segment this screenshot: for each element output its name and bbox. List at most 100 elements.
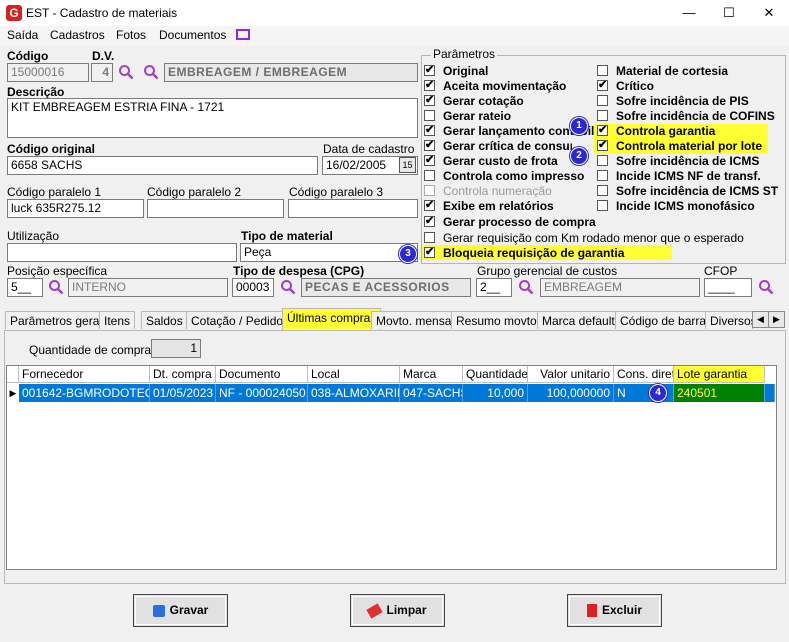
checkbox-controla-impresso[interactable] (424, 170, 435, 181)
col-lote-garantia[interactable]: Lote garantia (674, 366, 765, 383)
checkbox-exibe-relatorios[interactable] (424, 198, 435, 211)
cb-icms-st[interactable]: Sofre incidência de ICMS ST (597, 185, 781, 200)
tab-resumo-movto[interactable]: Resumo movto. (451, 311, 546, 329)
checkbox-gerar-rateio[interactable] (424, 110, 435, 121)
tab-movto-mensal[interactable]: Movto. mensal (371, 311, 460, 329)
cb-controla-impresso-label: Controla como impresso (443, 169, 585, 183)
save-icon (152, 604, 165, 617)
checkbox-requisicao-km[interactable] (424, 232, 435, 243)
search-group-icon[interactable] (143, 64, 159, 80)
checkbox-processo-compra[interactable] (424, 214, 435, 227)
codigo-paralelo-3-field[interactable] (288, 199, 418, 218)
search-grupo-gerencial-icon[interactable] (518, 279, 534, 295)
tab-parametros-gerais[interactable]: Parâmetros gerais (5, 311, 114, 329)
tab-diversos[interactable]: Diversos (705, 311, 753, 329)
checkbox-material-cortesia[interactable] (597, 65, 608, 76)
col-fornecedor[interactable]: Fornecedor (19, 366, 150, 383)
cell-quantidade[interactable]: 10,000 (463, 384, 528, 402)
col-valor-unitario[interactable]: Valor unitario (528, 366, 614, 383)
checkbox-icms-monofasico[interactable] (597, 200, 608, 211)
qtd-compras-label: Quantidade de compras (29, 343, 158, 357)
utilizacao-field[interactable] (7, 243, 237, 262)
checkbox-gerar-lancamento[interactable] (424, 125, 435, 136)
cfop-field[interactable]: ____ (704, 278, 752, 297)
cell-fornecedor[interactable]: 001642-BGMRODOTEC T (19, 384, 150, 402)
checkbox-pis[interactable] (597, 95, 608, 106)
col-dt-compra[interactable]: Dt. compra (150, 366, 216, 383)
excluir-button[interactable]: Excluir (567, 594, 662, 627)
menu-bar: Saída Cadastros Fotos Documentos (0, 26, 789, 46)
calendar-icon[interactable]: 15 (399, 157, 416, 173)
tab-itens[interactable]: Itens (99, 311, 136, 329)
codigo-paralelo-1-field[interactable]: luck 635R275.12 (7, 199, 144, 218)
checkbox-aceita-movimentacao[interactable] (424, 78, 435, 91)
cb-gerar-cotacao-label: Gerar cotação (443, 94, 524, 108)
cb-icms-monofasico-label: Incide ICMS monofásico (616, 199, 755, 213)
codigo-original-field[interactable]: 6658 SACHS (7, 156, 318, 175)
col-cons-direto[interactable]: Cons. direto (614, 366, 674, 383)
codigo-label: Código (7, 49, 49, 63)
close-button[interactable]: ✕ (749, 0, 789, 26)
tab-saldos[interactable]: Saldos (141, 311, 188, 329)
menu-fotos[interactable]: Fotos (116, 28, 146, 42)
grid-indicator-header (7, 366, 19, 383)
search-icon[interactable] (118, 64, 134, 80)
cb-exibe-relatorios-label: Exibe em relatórios (443, 199, 554, 213)
search-posicao-icon[interactable] (48, 279, 64, 295)
checkbox-critico[interactable] (597, 78, 608, 91)
limpar-button[interactable]: Limpar (350, 594, 445, 627)
col-quantidade[interactable]: Quantidade (463, 366, 528, 383)
tab-codigo-barras[interactable]: Código de barras (615, 311, 718, 329)
cell-lote-garantia[interactable]: 240501 (674, 384, 765, 402)
checkbox-gerar-custo-frota[interactable] (424, 153, 435, 166)
cell-valor-unitario[interactable]: 100,000000 (528, 384, 614, 402)
codigo-paralelo-2-field[interactable] (147, 199, 284, 218)
cell-documento[interactable]: NF - 0000240501 (216, 384, 308, 402)
search-cfop-icon[interactable] (758, 279, 774, 295)
tab-cotacao-pedido[interactable]: Cotação / Pedido (186, 311, 289, 329)
checkbox-gerar-critica[interactable] (424, 140, 435, 151)
col-local[interactable]: Local (308, 366, 400, 383)
tipo-despesa-field[interactable]: 00003 (232, 278, 274, 297)
grupo-gerencial-field[interactable]: 2__ (476, 278, 512, 297)
cb-gerar-critica[interactable]: Gerar crítica de consumo (424, 140, 572, 155)
data-cadastro-label: Data de cadastro (323, 142, 415, 156)
col-documento[interactable]: Documento (216, 366, 308, 383)
menu-saida[interactable]: Saída (7, 28, 38, 42)
checkbox-gerar-cotacao[interactable] (424, 93, 435, 106)
tab-scroll-right-icon[interactable]: ▶ (768, 311, 785, 328)
cell-dt-compra[interactable]: 01/05/2023 (150, 384, 216, 402)
col-marca[interactable]: Marca (400, 366, 463, 383)
cb-controla-numeracao-label: Controla numeração (443, 184, 552, 198)
checkbox-controla-garantia[interactable] (597, 123, 608, 136)
menu-documentos[interactable]: Documentos (159, 28, 226, 42)
checkbox-original[interactable] (424, 63, 435, 76)
cell-marca[interactable]: 047-SACHS (400, 384, 463, 402)
maximize-button[interactable]: ☐ (709, 0, 749, 26)
checkbox-controla-lote[interactable] (597, 138, 608, 151)
checkbox-icms-st[interactable] (597, 185, 608, 196)
menu-cadastros[interactable]: Cadastros (50, 28, 105, 42)
posicao-field[interactable]: 5__ (7, 278, 43, 297)
tipo-despesa-label: Tipo de despesa (CPG) (233, 264, 365, 278)
checkbox-icms[interactable] (597, 155, 608, 166)
search-despesa-icon[interactable] (280, 279, 296, 295)
dv-field[interactable]: 4 (91, 63, 113, 82)
tipo-material-field[interactable]: Peça (240, 243, 418, 262)
cell-local[interactable]: 038-ALMOXARIFA (308, 384, 400, 402)
gravar-button[interactable]: Gravar (133, 594, 228, 627)
tab-ultimas-compras[interactable]: Últimas compras (282, 308, 382, 330)
tab-scroll-left-icon[interactable]: ◀ (752, 311, 769, 328)
minimize-button[interactable]: — (669, 0, 709, 26)
cb-gerar-lancamento[interactable]: Gerar lançamento contábil (424, 125, 594, 140)
checkbox-bloqueia-garantia[interactable] (424, 245, 435, 258)
limpar-button-label: Limpar (386, 603, 427, 617)
excluir-button-label: Excluir (601, 603, 643, 617)
codigo-field[interactable]: 15000016 (7, 63, 89, 82)
tab-marca-default[interactable]: Marca default (537, 311, 620, 329)
descricao-field[interactable]: KIT EMBREAGEM ESTRIA FINA - 1721 (7, 98, 418, 138)
cfop-label: CFOP (704, 264, 738, 278)
checkbox-icms-transf[interactable] (597, 170, 608, 181)
monitor-icon[interactable] (236, 29, 250, 40)
checkbox-cofins[interactable] (597, 110, 608, 121)
